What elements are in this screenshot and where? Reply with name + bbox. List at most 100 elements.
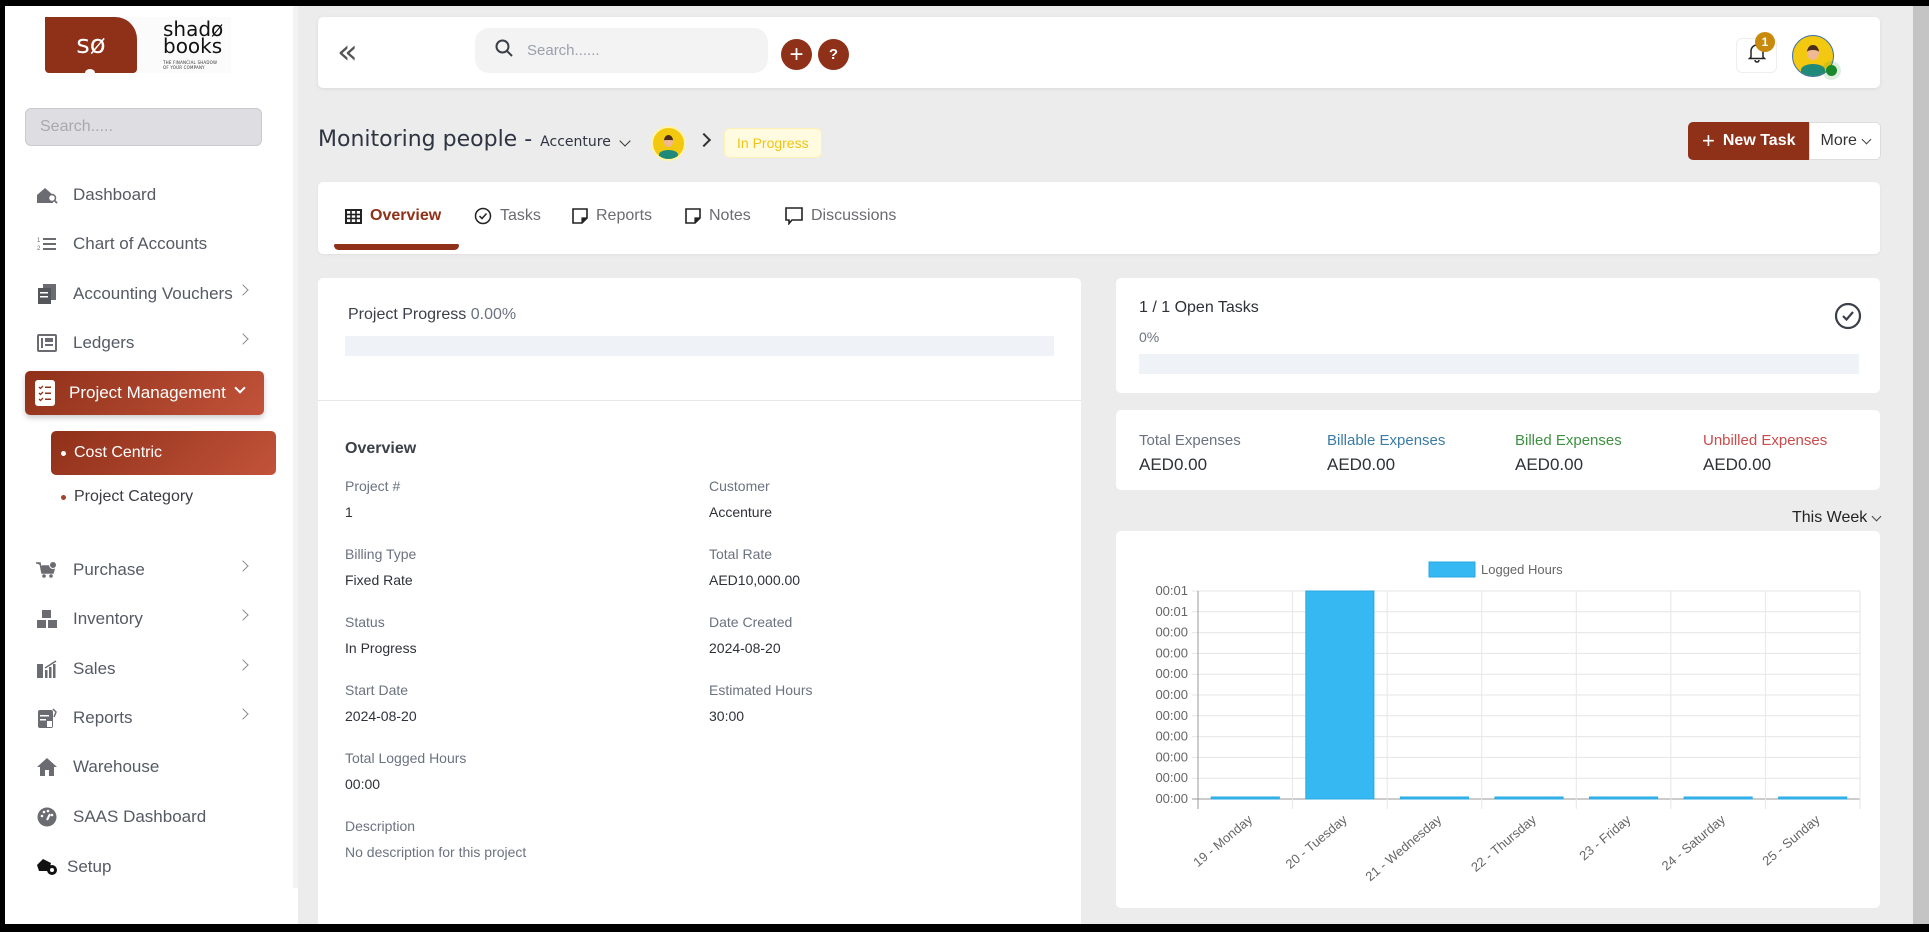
bar-20-tuesday — [1305, 590, 1375, 800]
sidebar-item-project-management[interactable]: Project Management — [25, 371, 264, 415]
expense-unbilled: Unbilled Expenses AED0.00 — [1703, 432, 1827, 475]
setup-gear-icon — [35, 856, 59, 878]
tab-discussions[interactable]: Discussions — [785, 204, 896, 228]
active-tab-indicator — [334, 244, 459, 250]
field-value: 2024-08-20 — [709, 640, 781, 656]
field-value: 2024-08-20 — [345, 708, 417, 724]
field-value: 00:00 — [345, 776, 381, 792]
top-header: « + ? 1 — [318, 17, 1880, 88]
tab-tasks[interactable]: Tasks — [474, 204, 541, 228]
project-title: Monitoring people — [318, 127, 518, 152]
open-tasks-progress-bar — [1139, 354, 1859, 374]
ledger-icon — [35, 332, 59, 354]
sidebar-search-input[interactable] — [25, 108, 262, 146]
chevron-right-icon — [237, 708, 249, 720]
global-search-input[interactable] — [527, 42, 747, 59]
y-tick-label: 00:00 — [1155, 645, 1188, 660]
sidebar-border — [293, 6, 298, 888]
time-range-dropdown[interactable]: This Week — [1792, 509, 1882, 527]
field-label: Date Created — [709, 614, 793, 630]
x-tick-label: 25 - Sunday — [1759, 811, 1823, 868]
tab-overview[interactable]: Overview — [345, 204, 441, 228]
logo-wordmark: shadø books THE FINANCIAL SHADOW OF YOUR… — [137, 17, 223, 73]
bar-22-thursday — [1494, 796, 1564, 800]
project-switcher-chevron-icon[interactable] — [619, 135, 631, 147]
sales-chart-icon — [35, 658, 59, 680]
sidebar-item-accounting-vouchers[interactable]: Accounting Vouchers — [35, 274, 265, 314]
tab-notes[interactable]: Notes — [685, 204, 751, 228]
notification-count-badge: 1 — [1755, 32, 1775, 52]
vouchers-icon — [35, 283, 59, 305]
expense-label: Billed Expenses — [1515, 432, 1622, 449]
sidebar-item-purchase[interactable]: Purchase — [35, 550, 265, 590]
sidebar-item-sales[interactable]: Sales — [35, 649, 265, 689]
field-label: Estimated Hours — [709, 682, 813, 698]
sidebar-item-inventory[interactable]: Inventory — [35, 599, 265, 639]
sidebar-item-chart-of-accounts[interactable]: 12 Chart of Accounts — [35, 224, 265, 264]
sidebar-subitem-project-category[interactable]: Project Category — [51, 475, 276, 519]
sidebar-item-label: Warehouse — [73, 757, 160, 776]
overview-heading: Overview — [345, 440, 417, 457]
project-customer: Accenture — [540, 134, 611, 150]
project-actions: + New Task More — [1688, 122, 1881, 160]
sidebar-item-saas-dashboard[interactable]: SAAS Dashboard — [35, 797, 265, 837]
sidebar-item-label: Project Management — [69, 383, 226, 402]
bar-25-sunday — [1778, 796, 1848, 800]
legend-label: Logged Hours — [1481, 562, 1563, 577]
sidebar-item-setup[interactable]: Setup — [35, 847, 265, 887]
project-member-avatar[interactable] — [651, 126, 686, 161]
chevron-down-icon — [1871, 511, 1882, 521]
divider — [318, 400, 1081, 401]
svg-text:2: 2 — [37, 246, 41, 252]
field-customer: Customer Accenture — [709, 478, 772, 520]
more-dropdown-button[interactable]: More — [1809, 122, 1881, 160]
brand-logo[interactable]: sø shadø books THE FINANCIAL SHADOW OF Y… — [45, 17, 231, 77]
x-tick-label: 23 - Friday — [1576, 811, 1634, 863]
sidebar-subitem-cost-centric[interactable]: Cost Centric — [51, 431, 276, 475]
quick-add-button[interactable]: + — [781, 39, 812, 70]
sidebar-item-label: Ledgers — [73, 333, 135, 352]
field-value: AED10,000.00 — [709, 572, 801, 588]
expense-value: AED0.00 — [1515, 455, 1584, 474]
time-range-label: This Week — [1792, 509, 1868, 526]
avatar-body — [1801, 64, 1825, 76]
field-value: 1 — [345, 504, 353, 520]
page-title: Monitoring people - Accenture — [318, 127, 611, 152]
global-search[interactable] — [475, 28, 768, 73]
sidebar-item-label: Purchase — [73, 560, 145, 579]
legend-swatch — [1428, 561, 1476, 578]
new-task-button[interactable]: + New Task — [1688, 122, 1810, 160]
field-project-number: Project # 1 — [345, 478, 400, 520]
bar-19-monday — [1210, 796, 1280, 800]
tab-reports[interactable]: Reports — [572, 204, 652, 228]
open-tasks-title: 1 / 1 Open Tasks — [1139, 299, 1259, 316]
x-tick-label: 19 - Monday — [1190, 811, 1255, 869]
field-value: 30:00 — [709, 708, 745, 724]
page-scrollbar[interactable] — [1913, 6, 1929, 924]
app-window: sø shadø books THE FINANCIAL SHADOW OF Y… — [5, 6, 1913, 924]
field-estimated-hours: Estimated Hours 30:00 — [709, 682, 812, 724]
collapse-sidebar-button[interactable]: « — [337, 35, 358, 69]
logo-tagline: THE FINANCIAL SHADOW OF YOUR COMPANY — [163, 60, 223, 70]
logged-hours-chart-card: 00:00 00:00 00:00 00:00 00:00 00:00 00:00 00:00… — [1116, 531, 1880, 908]
expense-label: Unbilled Expenses — [1703, 432, 1828, 449]
logo-tagline-line2: OF YOUR COMPANY — [163, 65, 205, 70]
sidebar-item-reports[interactable]: Reports — [35, 698, 265, 738]
numbered-list-icon: 12 — [35, 233, 59, 255]
sidebar-item-ledgers[interactable]: Ledgers — [35, 323, 265, 363]
sidebar-item-warehouse[interactable]: Warehouse — [35, 747, 265, 787]
field-start-date: Start Date 2024-08-20 — [345, 682, 417, 724]
chevron-down-icon — [1861, 134, 1872, 144]
open-tasks-percent: 0% — [1139, 329, 1160, 345]
field-label: Project # — [345, 478, 401, 494]
tab-label: Overview — [370, 207, 442, 224]
y-tick-label: 00:00 — [1155, 770, 1188, 785]
help-button[interactable]: ? — [818, 39, 849, 70]
sidebar-item-label: Setup — [67, 857, 112, 876]
field-total-logged-hours: Total Logged Hours 00:00 — [345, 750, 466, 792]
field-label: Start Date — [345, 682, 409, 698]
field-label: Billing Type — [345, 546, 417, 562]
sidebar-item-dashboard[interactable]: Dashboard — [35, 175, 265, 215]
chevron-right-icon — [237, 609, 249, 621]
check-circle-icon — [474, 207, 492, 225]
